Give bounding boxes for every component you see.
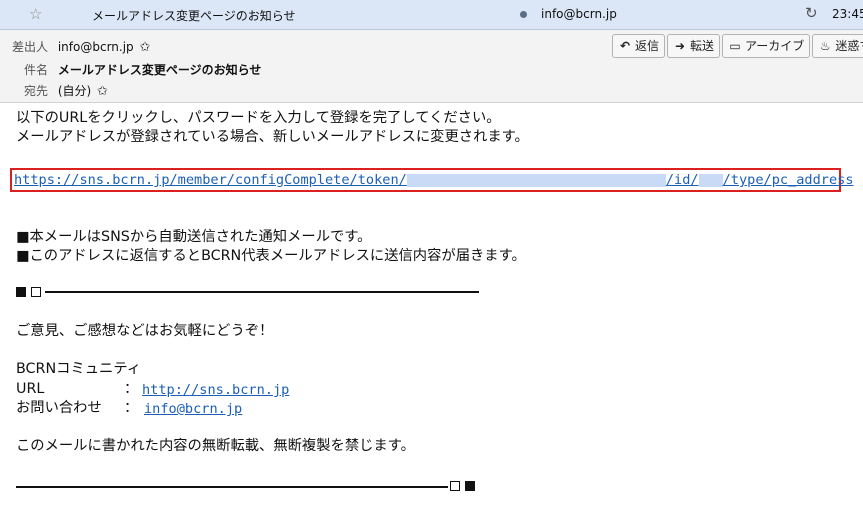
contact-row-link[interactable]: info@bcrn.jp xyxy=(144,400,242,419)
redacted-id xyxy=(698,173,723,187)
from-label: 差出人 xyxy=(12,40,49,54)
body-line-2: メールアドレスが登録されている場合、新しいメールアドレスに変更されます。 xyxy=(16,129,529,145)
forward-icon: ➜ xyxy=(674,39,686,53)
forward-button[interactable]: ➜ 転送 xyxy=(667,34,721,58)
archive-button[interactable]: ▭ アーカイブ xyxy=(722,34,811,58)
reply-icon: ↶ xyxy=(619,39,631,53)
confirm-link-part-3[interactable]: /type/pc_address xyxy=(723,172,854,188)
url-colon: ： xyxy=(124,381,139,397)
star-icon[interactable]: ✩ xyxy=(97,83,108,101)
separator-square-black xyxy=(465,481,475,491)
subject-label: 件名 xyxy=(24,63,49,77)
confirm-link-part-2[interactable]: /id/ xyxy=(666,172,699,188)
archive-icon: ▭ xyxy=(729,39,741,53)
separator-square-black xyxy=(16,287,26,297)
from-value[interactable]: info@bcrn.jp xyxy=(58,38,134,56)
message-list-row[interactable]: ☆ メールアドレス変更ページのお知らせ info@bcrn.jp ↻ 23:45 xyxy=(0,0,863,30)
to-value[interactable]: (自分) xyxy=(58,82,91,100)
to-row: 宛先 (自分) ✩ xyxy=(24,82,108,100)
contact-email-link[interactable]: info@bcrn.jp xyxy=(144,401,242,417)
url-row-link[interactable]: http://sns.bcrn.jp xyxy=(142,381,289,400)
unread-dot-icon[interactable] xyxy=(520,11,527,18)
url-row: URL xyxy=(16,380,44,399)
contact-colon: ： xyxy=(124,400,139,416)
url-label: URL xyxy=(16,381,45,397)
body-line-1: 以下のURLをクリックし、パスワードを入力して登録を完了してください。 xyxy=(16,110,501,126)
copyright-line: このメールに書かれた内容の無断転載、無断複製を禁じます。 xyxy=(16,438,415,454)
community-name: BCRNコミュニティ xyxy=(16,361,142,377)
list-from: info@bcrn.jp xyxy=(541,7,617,21)
separator-line-bottom xyxy=(16,486,448,488)
confirm-link[interactable]: https://sns.bcrn.jp/member/configComplet… xyxy=(14,171,854,190)
thread-icon: ↻ xyxy=(805,4,818,22)
notice-line-2: ■このアドレスに返信するとBCRN代表メールアドレスに送信内容が届きます。 xyxy=(16,248,526,264)
notice-line-1: ■本メールはSNSから自動送信された通知メールです。 xyxy=(16,229,372,245)
separator-square-white xyxy=(31,287,41,297)
message-header: 差出人 info@bcrn.jp ✩ 件名 メールアドレス変更ページのお知らせ … xyxy=(0,30,863,103)
feedback-line: ご意見、ご感想などはお気軽にどうぞ！ xyxy=(16,323,274,339)
message-toolbar: ↶返信➜転送▭アーカイブ♨迷惑マー xyxy=(612,34,863,58)
confirm-link-part-1[interactable]: https://sns.bcrn.jp/member/configComplet… xyxy=(14,172,407,188)
list-subject: メールアドレス変更ページのお知らせ xyxy=(92,9,296,23)
star-outline-icon[interactable]: ☆ xyxy=(29,5,42,23)
contact-label: お問い合わせ xyxy=(16,400,102,416)
from-row: 差出人 info@bcrn.jp ✩ xyxy=(12,38,150,56)
subject-value: メールアドレス変更ページのお知らせ xyxy=(57,63,262,77)
redacted-token xyxy=(406,173,666,187)
separator-line-top xyxy=(45,291,479,293)
flame-icon: ♨ xyxy=(819,39,831,53)
site-link[interactable]: http://sns.bcrn.jp xyxy=(142,382,289,398)
to-label: 宛先 xyxy=(24,84,49,98)
subject-row: 件名 メールアドレス変更ページのお知らせ xyxy=(24,61,261,79)
separator-square-white xyxy=(450,481,460,491)
junk-button[interactable]: ♨迷惑マー xyxy=(812,34,863,58)
star-icon[interactable]: ✩ xyxy=(140,39,151,57)
list-time: 23:45 xyxy=(832,7,863,21)
reply-button[interactable]: ↶ 返信 xyxy=(612,34,666,58)
